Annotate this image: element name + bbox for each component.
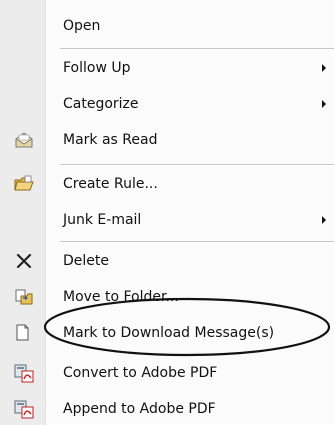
menu-item-label: Move to Folder... [63, 289, 179, 305]
menu-item-label: Categorize [63, 96, 139, 112]
menu-item-mark-as-read[interactable]: Mark as Read [0, 122, 334, 158]
adobe-pdf-icon [14, 363, 34, 383]
context-menu: Open Follow Up Categorize Mark as Read C… [0, 0, 334, 425]
menu-item-create-rule[interactable]: Create Rule... [0, 166, 334, 202]
menu-item-label: Create Rule... [63, 176, 158, 192]
move-folder-icon [14, 287, 34, 307]
menu-item-convert-to-pdf[interactable]: Convert to Adobe PDF [0, 355, 334, 391]
menu-item-append-to-pdf[interactable]: Append to Adobe PDF [0, 391, 334, 427]
menu-item-label: Junk E-mail [63, 212, 142, 228]
menu-item-label: Mark as Read [63, 132, 158, 148]
menu-item-delete[interactable]: Delete [0, 243, 334, 279]
adobe-pdf-icon [14, 399, 34, 419]
submenu-arrow-icon [322, 64, 326, 72]
menu-item-move-to-folder[interactable]: Move to Folder... [0, 279, 334, 315]
menu-item-label: Follow Up [63, 60, 131, 76]
menu-item-mark-to-download[interactable]: Mark to Download Message(s) [0, 315, 334, 351]
download-message-icon [14, 323, 34, 343]
menu-item-label: Open [63, 18, 101, 34]
menu-item-categorize[interactable]: Categorize [0, 86, 334, 122]
submenu-arrow-icon [322, 100, 326, 108]
menu-item-label: Convert to Adobe PDF [63, 365, 218, 381]
submenu-arrow-icon [322, 216, 326, 224]
menu-item-label: Append to Adobe PDF [63, 401, 216, 417]
envelope-open-icon [14, 130, 34, 150]
x-delete-icon [14, 251, 34, 271]
menu-item-label: Mark to Download Message(s) [63, 325, 275, 341]
menu-item-open[interactable]: Open [0, 8, 334, 44]
menu-item-follow-up[interactable]: Follow Up [0, 50, 334, 86]
folder-rule-icon [14, 174, 34, 194]
menu-item-junk-email[interactable]: Junk E-mail [0, 202, 334, 238]
menu-item-label: Delete [63, 253, 109, 269]
